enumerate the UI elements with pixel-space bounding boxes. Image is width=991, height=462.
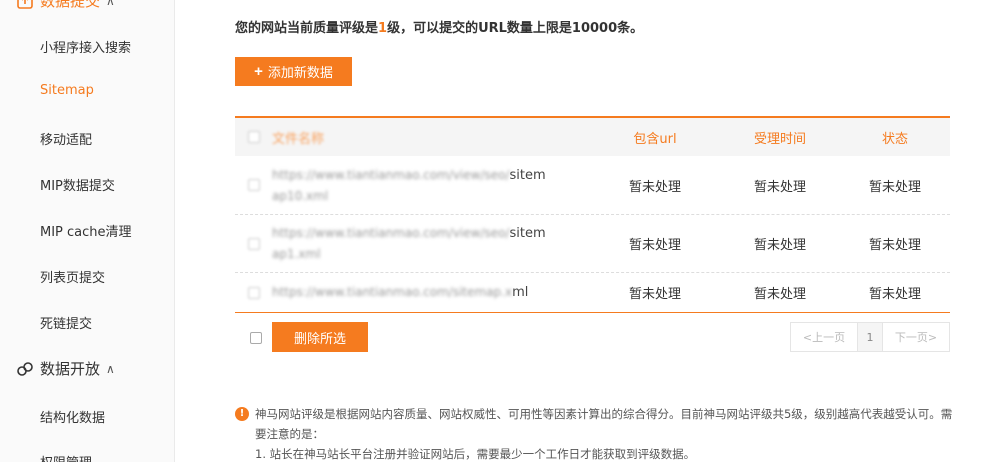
url-count-cell: 暂未处理 <box>628 287 681 302</box>
file-name-blurred: https://www.tiantianmao.com/sitemap.x <box>272 285 513 299</box>
header-url-count: 包含url <box>633 131 677 147</box>
sidebar: 数据提交 ∧ 小程序接入搜索 Sitemap 移动适配 MIP数据提交 MIP … <box>0 0 175 462</box>
rating-notice: ! 神马网站评级是根据网站内容质量、网站权威性、可用性等因素计算出的综合得分。目… <box>235 404 955 462</box>
add-button-label: 添加新数据 <box>267 65 333 80</box>
main-content: 您的网站当前质量评级是1级，可以提交的URL数量上限是10000条。 + 添加新… <box>175 0 991 462</box>
add-new-data-button[interactable]: + 添加新数据 <box>235 57 352 86</box>
table-header: 文件名称 包含url 受理时间 状态 <box>235 118 950 156</box>
file-name-cell: https://www.tiantianmao.com/sitemap.xml <box>272 282 590 303</box>
quality-suffix: 级，可以提交的URL数量上限是10000条。 <box>387 21 644 36</box>
file-name-blurred: https://www.tiantianmao.com/view/seo/ <box>272 167 510 182</box>
sidebar-group-label: 数据开放 <box>40 360 101 378</box>
plus-icon: + <box>254 63 263 80</box>
sidebar-item-sitemap[interactable]: Sitemap <box>40 83 94 98</box>
file-name-cell: https://www.tiantianmao.com/view/seo/sit… <box>272 223 590 264</box>
header-accept-time: 受理时间 <box>753 131 806 147</box>
table-row: https://www.tiantianmao.com/sitemap.xml … <box>235 273 950 313</box>
header-status: 状态 <box>881 131 908 147</box>
file-name-visible: sitem <box>509 226 546 241</box>
upload-icon <box>16 0 34 10</box>
file-name-visible: sitem <box>509 167 546 183</box>
chevron-up-icon: ∧ <box>106 361 115 376</box>
sidebar-item-permission[interactable]: 权限管理 <box>40 452 92 462</box>
row-checkbox[interactable] <box>247 179 260 191</box>
notice-text: 神马网站评级是根据网站内容质量、网站权威性、可用性等因素计算出的综合得分。目前神… <box>255 407 953 441</box>
accept-time-cell: 暂未处理 <box>753 238 806 253</box>
status-cell: 暂未处理 <box>868 287 921 302</box>
sidebar-group-label: 数据提交 <box>40 0 101 10</box>
sitemap-table: 文件名称 包含url 受理时间 状态 https://www.tiantianm… <box>235 116 950 313</box>
file-name-line2: ap1.xml <box>272 247 321 261</box>
next-page-button[interactable]: 下一页> <box>883 323 949 351</box>
delete-selected-button[interactable]: 删除所选 <box>272 322 368 352</box>
accept-time-cell: 暂未处理 <box>753 287 806 302</box>
sidebar-group-data-open[interactable]: 数据开放 ∧ <box>16 358 115 379</box>
notice-line2: 1. 站长在神马站长平台注册并验证网站后，需要最少一个工作日才能获取到评级数据。 <box>255 447 696 461</box>
file-name-line2: ap10.xml <box>272 188 329 203</box>
table-footer: 删除所选 <上一页 1 下一页> <box>235 322 950 352</box>
quality-level: 1 <box>378 21 388 36</box>
link-icon <box>16 360 34 378</box>
row-checkbox[interactable] <box>247 237 260 250</box>
select-all-header-checkbox[interactable] <box>247 131 260 143</box>
prev-page-button[interactable]: <上一页 <box>791 323 858 351</box>
file-name-blurred: https://www.tiantianmao.com/view/seo/ <box>272 226 510 240</box>
quality-notice: 您的网站当前质量评级是1级，可以提交的URL数量上限是10000条。 <box>235 17 643 36</box>
status-cell: 暂未处理 <box>868 238 921 253</box>
sidebar-item-list-page[interactable]: 列表页提交 <box>40 267 105 286</box>
table-row: https://www.tiantianmao.com/view/seo/sit… <box>235 215 950 273</box>
quality-prefix: 您的网站当前质量评级是 <box>235 21 379 36</box>
sidebar-item-miniprogram[interactable]: 小程序接入搜索 <box>40 37 131 56</box>
header-file-name: 文件名称 <box>272 131 325 147</box>
chevron-up-icon: ∧ <box>106 0 115 8</box>
status-cell: 暂未处理 <box>868 179 921 195</box>
file-name-cell: https://www.tiantianmao.com/view/seo/sit… <box>272 165 590 206</box>
sidebar-group-data-submit[interactable]: 数据提交 ∧ <box>16 0 115 11</box>
url-count-cell: 暂未处理 <box>628 238 681 253</box>
select-all-checkbox[interactable] <box>250 332 262 344</box>
sidebar-item-structured-data[interactable]: 结构化数据 <box>40 407 105 426</box>
sidebar-item-mip-submit[interactable]: MIP数据提交 <box>40 175 115 194</box>
table-row: https://www.tiantianmao.com/view/seo/sit… <box>235 156 950 215</box>
accept-time-cell: 暂未处理 <box>753 179 806 195</box>
row-checkbox[interactable] <box>247 286 260 299</box>
sidebar-item-dead-link[interactable]: 死链提交 <box>40 313 92 332</box>
url-count-cell: 暂未处理 <box>628 179 681 195</box>
warning-icon: ! <box>235 407 249 421</box>
sidebar-item-mobile-adapt[interactable]: 移动适配 <box>40 129 92 148</box>
page-number-current[interactable]: 1 <box>858 323 883 351</box>
pagination: <上一页 1 下一页> <box>790 322 950 352</box>
sidebar-item-mip-cache[interactable]: MIP cache清理 <box>40 221 132 240</box>
file-name-visible: ml <box>512 285 529 300</box>
